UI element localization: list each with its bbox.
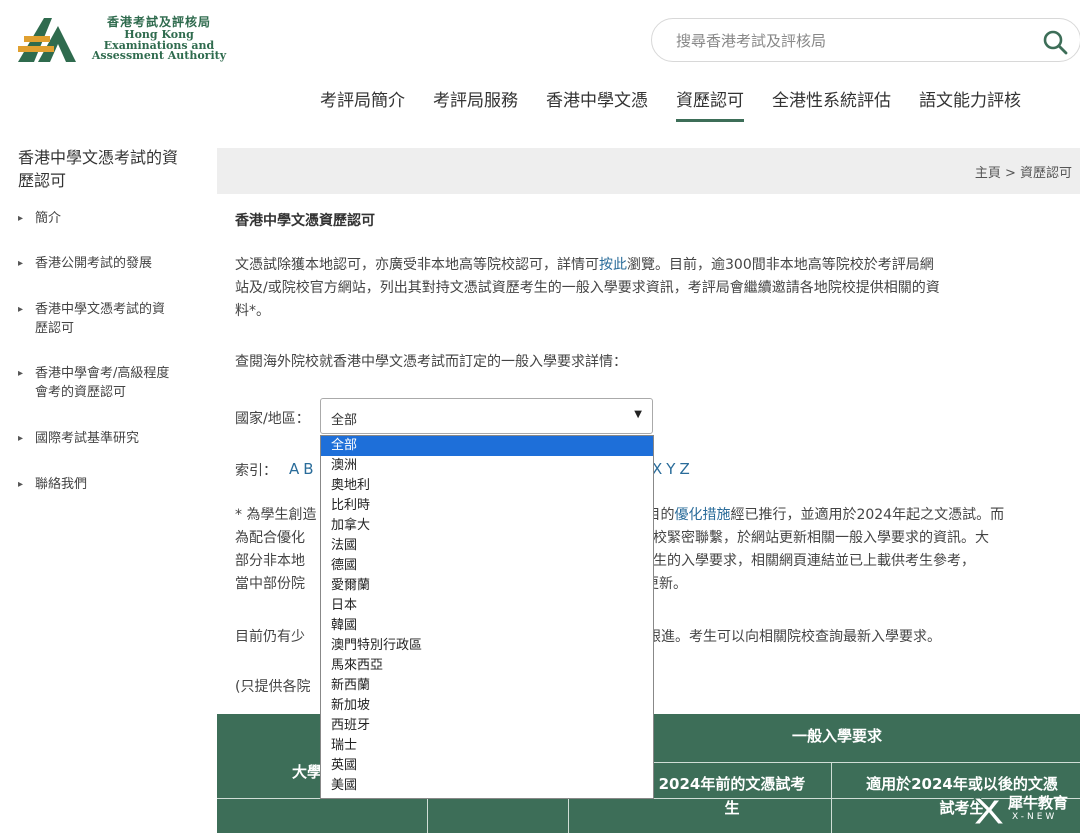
page-title: 香港中學文憑資歷認可 [235,213,375,229]
table-divider [427,798,428,833]
dropdown-option[interactable]: 英國 [321,756,653,776]
hkeaa-logo-mark-icon [18,18,76,62]
bullet-icon: ▸ [18,213,24,224]
region-select-value: 全部 [331,413,358,428]
nav-item-lpat[interactable]: 語文能力評核 [919,86,1021,122]
optimisation-measures-link[interactable]: 優化措施 [674,507,730,523]
note-text: 經已推行，並適用於2024年起之文憑試。而 [730,507,1005,523]
table-divider [831,762,832,833]
intro-text-b: 瀏覽。目前，逾300間非本地高等院校於考評局網 [627,257,934,273]
dropdown-option[interactable]: 新西蘭 [321,676,653,696]
sidebar-title-line2: 歷認可 [18,171,67,190]
bullet-icon: ▸ [18,304,24,315]
dropdown-option[interactable]: 加拿大 [321,516,653,536]
dropdown-option[interactable]: 新加坡 [321,696,653,716]
index-letters-right[interactable]: XYZ [652,460,694,478]
sidebar-item-label: 香港公開考試的發展 [35,256,153,271]
sidebar-item-history[interactable]: ▸ 香港公開考試的發展 [18,254,208,273]
nav-item-recognition[interactable]: 資歷認可 [676,86,744,122]
main-nav: 考評局簡介 考評局服務 香港中學文憑 資歷認可 全港性系統評估 語文能力評核 [320,86,1049,122]
sidebar-item-label: 香港中學會考/高級程度 [35,366,170,381]
sidebar-item-label: 香港中學文憑考試的資 [35,302,166,317]
hkeaa-logo[interactable]: 香港考試及評核局 Hong Kong Examinations and Asse… [14,14,226,66]
nav-item-about[interactable]: 考評局簡介 [320,86,405,122]
dropdown-option[interactable]: 全部 [321,436,653,456]
table-header-pre2024-line2: 生 [724,799,740,817]
sidebar-item-benchmarking[interactable]: ▸ 國際考試基準研究 [18,429,208,448]
dropdown-option[interactable]: 西班牙 [321,716,653,736]
sidebar-item-label-cont: 會考的資歷認可 [35,385,127,400]
dropdown-option[interactable]: 愛爾蘭 [321,576,653,596]
search-box[interactable] [651,18,1080,62]
dropdown-option[interactable]: 德國 [321,556,653,576]
watermark-sub: X-NEW [1012,812,1058,822]
dropdown-option[interactable]: 日本 [321,596,653,616]
sidebar-item-hkdse-recognition[interactable]: ▸ 香港中學文憑考試的資 歷認可 [18,300,208,338]
sidebar-item-label: 國際考試基準研究 [35,431,140,446]
bullet-icon: ▸ [18,368,24,379]
remaining-text: 目前仍有少 [235,629,305,645]
region-label: 國家/地區： [235,411,310,427]
table-header-pre2024-line1: 2024年前的文憑試考 [658,775,806,793]
lookup-paragraph: 查閱海外院校就香港中學文憑考試而訂定的一般入學要求詳情： [235,354,627,370]
sidebar-item-hkcee-recognition[interactable]: ▸ 香港中學會考/高級程度 會考的資歷認可 [18,364,208,402]
nav-item-tsa[interactable]: 全港性系統評估 [772,86,891,122]
remaining-text: 續跟進。考生可以向相關院校查詢最新入學要求。 [633,629,941,645]
dropdown-option[interactable]: 比利時 [321,496,653,516]
sidebar-title-line1: 香港中學文憑考試的資 [18,148,179,167]
provided-note: (只提供各院 [235,679,311,695]
index-label: 索引： [235,463,277,479]
dropdown-option[interactable]: 瑞士 [321,736,653,756]
click-here-link[interactable]: 按此 [599,257,627,273]
note-text: 當中部份院 [235,576,305,592]
sidebar-title: 香港中學文憑考試的資 歷認可 [18,146,208,192]
note-text: 為配合優化 [235,530,305,546]
watermark-text: 犀牛教育 [1008,794,1069,812]
note-text: 院校緊密聯繫，於網站更新相關一般入學要求的資訊。大 [639,530,989,546]
bullet-icon: ▸ [18,433,24,444]
intro-paragraph: 文憑試除獲本地認可，亦廣受非本地高等院校認可，詳情可按此瀏覽。目前，逾300間非… [235,254,1080,323]
intro-line1: 文憑試除獲本地認可，亦廣受非本地高等院校認可，詳情可按此瀏覽。目前，逾300間非… [235,254,1080,277]
note-text: 部分非本地 [235,553,305,569]
breadcrumb[interactable]: 主頁 > 資歷認可 [975,162,1072,181]
note-text: 試考生的入學要求，相關網頁連結並已上載供考生參考， [625,553,975,569]
table-header-pre2024: 2024年前的文憑試考 生 [637,772,827,820]
sidebar-item-label: 簡介 [35,211,62,226]
sidebar-item-label: 聯絡我們 [35,477,88,492]
sidebar-item-contact[interactable]: ▸ 聯絡我們 [18,475,208,494]
dropdown-option[interactable]: 美國 [321,776,653,796]
intro-line2: 站及/或院校官方網站，列出其對持文憑試資歷考生的一般入學要求資訊，考評局會繼續邀… [235,280,940,296]
region-dropdown-list[interactable]: 全部 澳洲 奧地利 比利時 加拿大 法國 德國 愛爾蘭 日本 韓國 澳門特別行政區 馬來西亞 新西蘭 新加… [320,435,654,799]
index-letters-left[interactable]: AB [289,460,318,478]
dropdown-option[interactable]: 澳門特別行政區 [321,636,653,656]
breadcrumb-bar: 主頁 > 資歷認可 [217,148,1080,194]
note-text: * 為學生創造 [235,507,317,523]
search-input[interactable] [676,29,1016,53]
nav-item-hkdse[interactable]: 香港中學文憑 [546,86,648,122]
watermark-x-icon [972,797,1006,825]
region-select[interactable]: 全部 ▼ [320,398,653,434]
logo-text: 香港考試及評核局 Hong Kong Examinations and Asse… [84,14,234,62]
dropdown-arrow-icon: ▼ [634,409,642,420]
nav-item-services[interactable]: 考評局服務 [433,86,518,122]
watermark: 犀牛教育 X-NEW [970,788,1080,833]
sidebar-item-label-cont: 歷認可 [35,321,75,336]
logo-en-line3: Assessment Authority [91,49,227,62]
dropdown-option[interactable]: 奧地利 [321,476,653,496]
dropdown-option[interactable]: 韓國 [321,616,653,636]
dropdown-option[interactable]: 馬來西亞 [321,656,653,676]
dropdown-option[interactable]: 澳洲 [321,456,653,476]
intro-line3: 料*。 [235,303,270,319]
search-icon[interactable] [1042,29,1068,55]
dropdown-option[interactable]: 法國 [321,536,653,556]
intro-text-a: 文憑試除獲本地認可，亦廣受非本地高等院校認可，詳情可 [235,257,599,273]
sidebar-item-intro[interactable]: ▸ 簡介 [18,209,208,228]
bullet-icon: ▸ [18,258,24,269]
sidebar: 香港中學文憑考試的資 歷認可 [18,146,208,206]
bullet-icon: ▸ [18,479,24,490]
table-header-main: 一般入學要求 [791,727,882,745]
